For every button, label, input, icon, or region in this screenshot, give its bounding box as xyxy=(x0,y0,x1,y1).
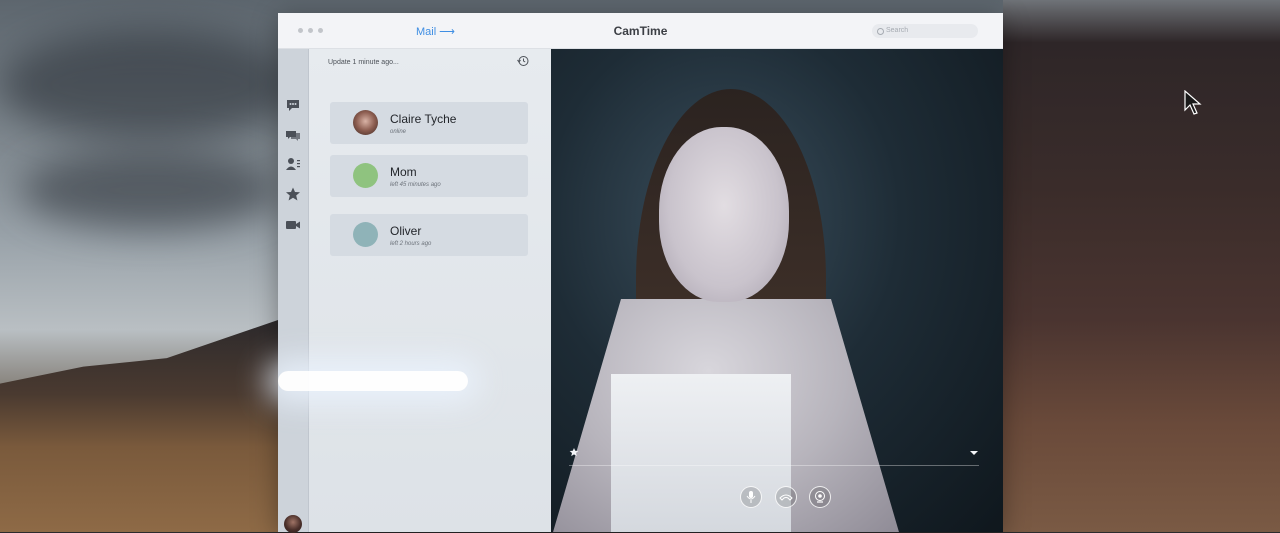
hang-up-icon xyxy=(779,494,793,501)
favorite-star-icon[interactable] xyxy=(569,447,579,457)
wallpaper-cloud xyxy=(20,150,280,230)
avatar xyxy=(353,110,378,135)
video-person-towel xyxy=(611,374,791,532)
star-icon[interactable] xyxy=(285,187,301,201)
wallpaper-mountain-right xyxy=(1003,0,1280,532)
video-person-face xyxy=(659,127,789,302)
video-feed xyxy=(551,49,1003,532)
avatar xyxy=(353,163,378,188)
webcam-icon xyxy=(815,491,825,503)
contact-name: Claire Tyche xyxy=(390,112,457,126)
search-input[interactable]: Search xyxy=(872,24,978,38)
search-icon xyxy=(877,28,884,35)
title-bar: Mail ⟶ CamTime Search xyxy=(278,13,1003,49)
mouse-cursor-icon xyxy=(1184,90,1202,115)
contact-name: Mom xyxy=(390,165,417,179)
icon-sidebar xyxy=(278,49,309,533)
contacts-icon[interactable] xyxy=(285,157,301,171)
microphone-icon xyxy=(746,491,756,503)
hang-up-button[interactable] xyxy=(775,486,797,508)
user-avatar[interactable] xyxy=(284,515,302,533)
chevron-down-icon[interactable] xyxy=(969,449,979,457)
video-controls-divider xyxy=(569,465,979,466)
contact-status: left 45 minutes ago xyxy=(390,182,441,188)
group-chat-icon[interactable] xyxy=(285,128,301,142)
camera-button[interactable] xyxy=(809,486,831,508)
contact-item-oliver[interactable]: Oliver left 2 hours ago xyxy=(330,214,528,256)
search-placeholder: Search xyxy=(886,27,909,34)
camtime-window: Mail ⟶ CamTime Search Update 1 minute ag… xyxy=(278,13,1003,533)
contact-status: left 2 hours ago xyxy=(390,241,432,247)
chat-icon[interactable] xyxy=(285,98,301,112)
update-status: Update 1 minute ago... xyxy=(328,59,399,66)
light-glare xyxy=(278,371,468,391)
microphone-button[interactable] xyxy=(740,486,762,508)
history-icon[interactable] xyxy=(517,55,529,67)
contacts-panel: Update 1 minute ago... Claire Tyche onli… xyxy=(278,49,551,532)
contact-name: Oliver xyxy=(390,224,422,238)
contact-item-mom[interactable]: Mom left 45 minutes ago xyxy=(330,155,528,197)
contact-item-claire-tyche[interactable]: Claire Tyche online xyxy=(330,102,528,144)
video-camera-icon[interactable] xyxy=(285,218,301,232)
wallpaper-cloud xyxy=(0,30,300,140)
avatar xyxy=(353,222,378,247)
contact-status: online xyxy=(390,129,407,135)
